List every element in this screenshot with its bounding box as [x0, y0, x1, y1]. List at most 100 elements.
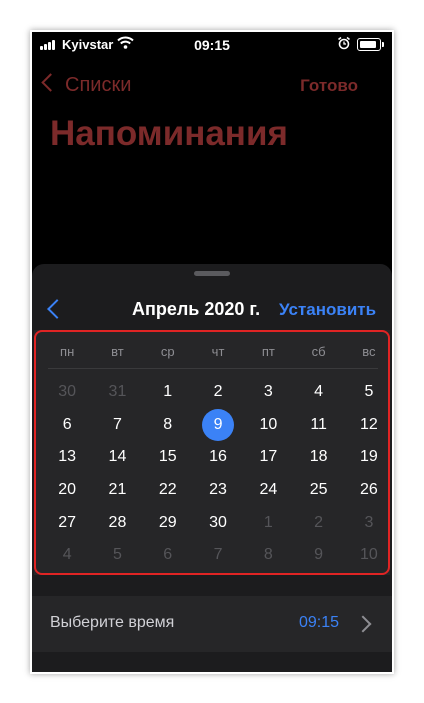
day-cell[interactable]: 15	[143, 441, 193, 474]
day-cell[interactable]: 22	[143, 474, 193, 507]
day-number: 25	[309, 481, 328, 499]
weekday-label: сб	[311, 344, 326, 359]
day-cell: 6	[143, 539, 193, 572]
month-title: Апрель 2020 г.	[132, 299, 261, 319]
day-cell[interactable]: 17	[243, 441, 293, 474]
day-cell[interactable]: 3	[243, 376, 293, 409]
day-cell: 10	[344, 539, 392, 572]
day-cell[interactable]: 26	[344, 474, 392, 507]
day-number: 7	[112, 415, 122, 433]
day-number: 28	[108, 513, 127, 531]
date-picker-sheet: Апрель 2020 г. Установить пн вт ср чт пт сб вс…	[32, 264, 392, 672]
day-number: 11	[310, 415, 327, 433]
day-cell[interactable]: 11	[293, 409, 343, 442]
day-cell[interactable]: 16	[193, 441, 243, 474]
chevron-right-icon	[354, 615, 372, 633]
day-number: 2	[314, 513, 324, 531]
day-number: 19	[360, 448, 378, 466]
day-cell[interactable]: 12	[344, 409, 392, 442]
day-number: 10	[259, 415, 278, 433]
day-cell: 30	[42, 376, 92, 409]
day-cell[interactable]: 23	[193, 474, 243, 507]
back-link-label: Списки	[65, 74, 132, 96]
day-cell[interactable]: 4	[293, 376, 343, 409]
done-button[interactable]: Готово	[300, 76, 358, 96]
day-number: 3	[364, 513, 374, 531]
day-cell: 31	[92, 376, 142, 409]
day-number: 9	[314, 546, 324, 564]
time-picker-row[interactable]: Выберите время 09:15	[32, 596, 392, 652]
chevron-left-icon	[41, 73, 60, 92]
weekday-label: пн	[60, 344, 75, 359]
day-number: 16	[209, 448, 227, 466]
day-number: 12	[360, 415, 378, 433]
day-number: 30	[58, 383, 77, 401]
day-number: 23	[209, 481, 227, 499]
day-number: 22	[158, 481, 177, 499]
day-number: 9	[213, 415, 223, 433]
day-cell: 2	[293, 506, 343, 539]
weekday-label: вс	[362, 344, 376, 359]
day-number: 2	[213, 383, 223, 401]
day-cell[interactable]: 2	[193, 376, 243, 409]
previous-month-chevron-icon[interactable]	[47, 299, 67, 319]
day-number: 26	[360, 481, 378, 499]
day-number: 4	[314, 383, 324, 401]
day-cell[interactable]: 25	[293, 474, 343, 507]
day-cell[interactable]: 5	[344, 376, 392, 409]
day-cell[interactable]: 19	[344, 441, 392, 474]
day-cell[interactable]: 20	[42, 474, 92, 507]
day-number: 7	[213, 546, 223, 564]
set-button[interactable]: Установить	[279, 300, 376, 320]
day-number: 24	[259, 481, 278, 499]
day-number: 1	[163, 383, 173, 401]
day-number: 8	[163, 415, 173, 433]
day-number: 4	[62, 546, 72, 564]
day-number: 21	[108, 481, 127, 499]
weekday-label: вт	[111, 344, 124, 359]
day-cell[interactable]: 24	[243, 474, 293, 507]
day-cell[interactable]: 30	[193, 506, 243, 539]
day-number: 18	[309, 448, 328, 466]
day-cell[interactable]: 14	[92, 441, 142, 474]
day-cell[interactable]: 18	[293, 441, 343, 474]
day-cell[interactable]: 27	[42, 506, 92, 539]
sheet-grabber-handle[interactable]	[194, 271, 230, 276]
day-number: 5	[364, 383, 374, 401]
day-number: 30	[209, 513, 227, 531]
calendar-grid: пн вт ср чт пт сб вс 30 31 1 2 3 4 5 6 7 8 9 10 11 12 13 14 15…	[34, 330, 390, 575]
day-cell[interactable]: 13	[42, 441, 92, 474]
day-cell[interactable]: 28	[92, 506, 142, 539]
day-cell: 5	[92, 539, 142, 572]
status-bar: Kyivstar 09:15	[32, 32, 392, 56]
time-picker-label: Выберите время	[50, 614, 175, 631]
day-cell[interactable]: 1	[143, 376, 193, 409]
battery-icon	[357, 38, 384, 51]
day-cell: 7	[193, 539, 243, 572]
day-cell[interactable]: 7	[92, 409, 142, 442]
day-cell[interactable]: 6	[42, 409, 92, 442]
day-number: 6	[62, 415, 72, 433]
day-number: 10	[360, 546, 378, 564]
day-cell-selected[interactable]: 9	[193, 409, 243, 442]
day-number: 5	[112, 546, 122, 564]
days-grid: 30 31 1 2 3 4 5 6 7 8 9 10 11 12 13 14 15 16 17 18 19 20 21 22 2…	[42, 376, 386, 572]
day-number: 17	[259, 448, 278, 466]
day-number: 8	[263, 546, 273, 564]
day-cell: 1	[243, 506, 293, 539]
day-number: 13	[58, 448, 77, 466]
day-cell[interactable]: 8	[143, 409, 193, 442]
day-cell[interactable]: 10	[243, 409, 293, 442]
back-to-lists-link[interactable]: Списки	[41, 73, 132, 97]
weekday-label: пт	[261, 344, 275, 359]
day-cell[interactable]: 29	[143, 506, 193, 539]
day-number: 1	[263, 513, 273, 531]
day-cell: 8	[243, 539, 293, 572]
weekday-divider	[48, 368, 378, 369]
day-number: 27	[58, 513, 77, 531]
day-cell[interactable]: 21	[92, 474, 142, 507]
phone-screen: Kyivstar 09:15 Списки Готово Напоминания…	[32, 32, 392, 672]
weekday-header: пн вт ср чт пт сб вс	[42, 344, 386, 359]
day-number: 14	[108, 448, 127, 466]
day-number: 29	[158, 513, 177, 531]
